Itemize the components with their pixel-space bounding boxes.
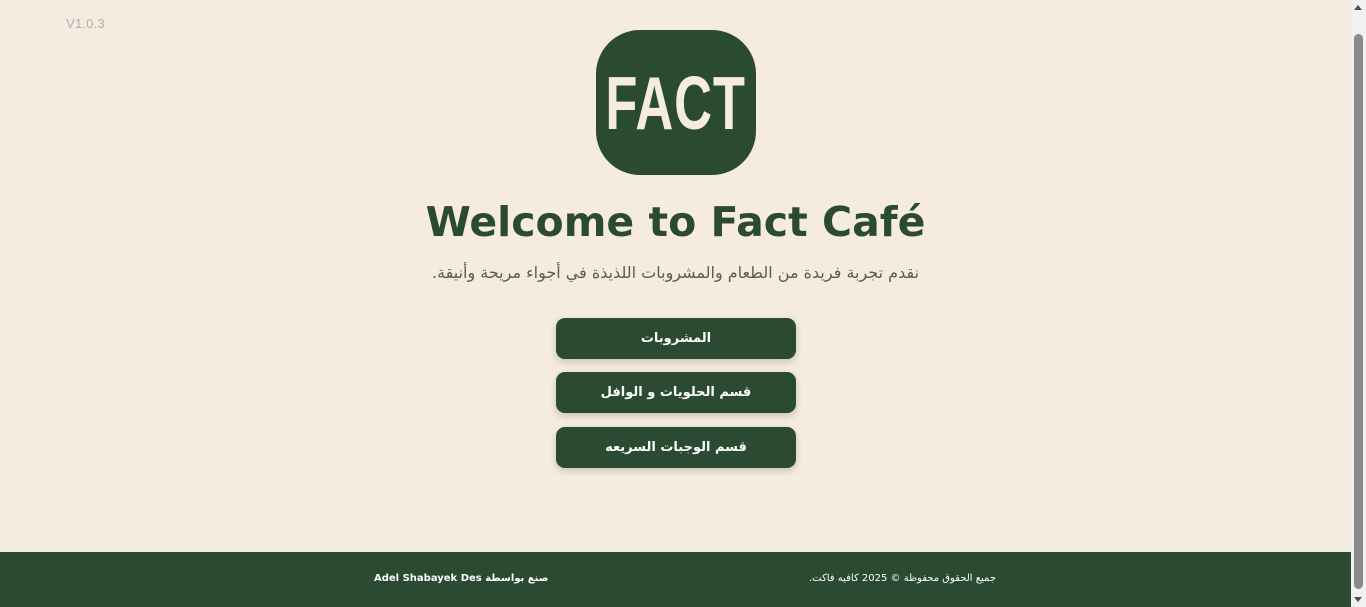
scroll-up-arrow-icon[interactable]: [1354, 5, 1362, 10]
scrollbar-thumb[interactable]: [1354, 34, 1363, 589]
desserts-waffles-button[interactable]: قسم الحلويات و الوافل: [556, 372, 796, 413]
page: V1.0.3 FACT Welcome to Fact Café نقدم تج…: [0, 0, 1351, 607]
vertical-scrollbar[interactable]: [1351, 0, 1366, 607]
page-subtitle: نقدم تجربة فريدة من الطعام والمشروبات ال…: [431, 263, 920, 282]
version-label: V1.0.3: [66, 16, 105, 31]
scroll-down-arrow-icon[interactable]: [1354, 597, 1362, 602]
fast-food-button[interactable]: قسم الوجبات السريعه: [556, 427, 796, 468]
page-title: Welcome to Fact Café: [425, 198, 926, 246]
footer: صنع بواسطة Adel Shabayek Des جميع الحقوق…: [0, 552, 1351, 607]
logo: FACT: [596, 30, 756, 175]
footer-credit: صنع بواسطة Adel Shabayek Des: [374, 573, 549, 584]
drinks-button[interactable]: المشروبات: [556, 318, 796, 359]
footer-copyright: جميع الحقوق محفوظة © 2025 كافيه فاكت.: [808, 573, 996, 584]
logo-text: FACT: [605, 60, 747, 145]
